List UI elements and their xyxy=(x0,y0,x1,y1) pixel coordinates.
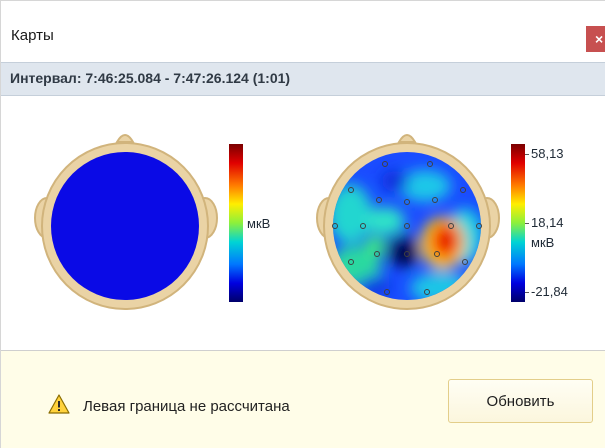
interval-bar: Интервал: 7:46:25.084 - 7:47:26.124 (1:0… xyxy=(1,62,605,96)
refresh-button-label: Обновить xyxy=(486,392,555,410)
head-nose xyxy=(115,134,135,143)
colorbar-min-label: -21,84 xyxy=(531,284,568,299)
colorbar-mid-label: 18,14 xyxy=(531,215,564,230)
maps-area: мкВ 58,13 18,14 мкВ -21,84 xyxy=(1,96,605,350)
notification-bar: Левая граница не рассчитана Обновить xyxy=(1,350,605,448)
close-icon: × xyxy=(595,31,604,47)
maps-window: Карты × Интервал: 7:46:25.084 - 7:47:26.… xyxy=(0,0,605,448)
right-topomap[interactable] xyxy=(315,126,505,316)
warning-icon xyxy=(48,394,70,414)
head-nose xyxy=(397,134,417,143)
left-topomap[interactable] xyxy=(33,126,223,316)
colorbar-tick xyxy=(525,223,529,224)
window-title: Карты xyxy=(11,27,54,44)
right-colorbar xyxy=(511,144,525,302)
title-bar[interactable]: Карты × xyxy=(1,0,605,63)
interval-label: Интервал: 7:46:25.084 - 7:47:26.124 (1:0… xyxy=(10,70,291,86)
colorbar-unit-label: мкВ xyxy=(531,235,555,250)
left-colorbar-unit: мкВ xyxy=(247,216,271,231)
notification-text: Левая граница не рассчитана xyxy=(83,398,290,415)
left-colorbar xyxy=(229,144,243,302)
close-button[interactable]: × xyxy=(586,26,605,52)
colorbar-tick xyxy=(525,292,529,293)
colorbar-tick xyxy=(525,154,529,155)
refresh-button[interactable]: Обновить xyxy=(448,379,593,423)
scalp-map xyxy=(51,152,199,300)
colorbar-max-label: 58,13 xyxy=(531,146,564,161)
